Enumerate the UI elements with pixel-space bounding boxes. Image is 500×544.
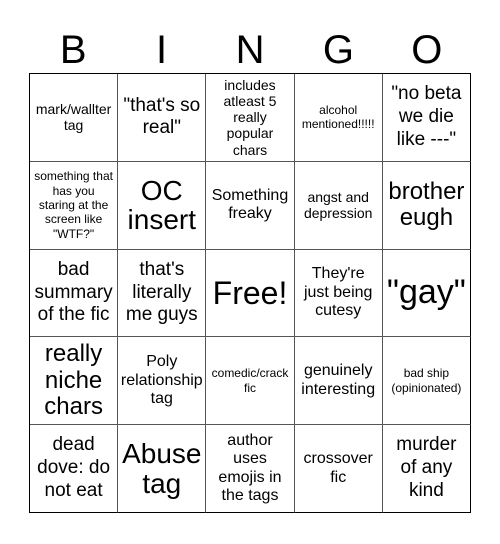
header-letter-b: B xyxy=(59,28,87,72)
bingo-cell[interactable]: "no beta we die like ---" xyxy=(382,74,471,162)
header-letter-i: I xyxy=(156,28,168,72)
bingo-cell[interactable]: They're just being cutesy xyxy=(294,249,383,338)
free-space-cell[interactable]: Free! xyxy=(206,249,295,338)
bingo-cell[interactable]: OC insert xyxy=(118,161,207,250)
bingo-header: B I N G O xyxy=(29,28,471,72)
bingo-cell[interactable]: comedic/crack fic xyxy=(206,337,295,426)
bingo-cell[interactable]: brother eugh xyxy=(382,161,471,250)
bingo-cell[interactable]: alcohol mentioned!!!!! xyxy=(294,74,383,162)
bingo-board: mark/wallter tag "that's so real" includ… xyxy=(29,73,471,513)
bingo-cell[interactable]: dead dove: do not eat xyxy=(30,425,119,513)
bingo-cell[interactable]: crossover fic xyxy=(294,425,383,513)
header-letter-o: O xyxy=(411,28,443,72)
bingo-cell[interactable]: something that has you staring at the sc… xyxy=(30,161,119,250)
bingo-cell[interactable]: mark/wallter tag xyxy=(30,74,119,162)
bingo-cell[interactable]: Something freaky xyxy=(206,161,295,250)
bingo-cell[interactable]: Abuse tag xyxy=(118,425,207,513)
header-letter-n: N xyxy=(235,28,265,72)
bingo-cell[interactable]: really niche chars xyxy=(30,337,119,426)
bingo-cell[interactable]: Poly relationship tag xyxy=(118,337,207,426)
bingo-cell[interactable]: that's literally me guys xyxy=(118,249,207,338)
bingo-cell[interactable]: "gay" xyxy=(382,249,471,338)
bingo-cell[interactable]: murder of any kind xyxy=(382,425,471,513)
bingo-cell[interactable]: includes atleast 5 really popular chars xyxy=(206,74,295,162)
bingo-cell[interactable]: bad summary of the fic xyxy=(30,249,119,338)
bingo-cell[interactable]: author uses emojis in the tags xyxy=(206,425,295,513)
bingo-cell[interactable]: genuinely interesting xyxy=(294,337,383,426)
bingo-cell[interactable]: "that's so real" xyxy=(118,74,207,162)
bingo-cell[interactable]: angst and depression xyxy=(294,161,383,250)
header-letter-g: G xyxy=(322,28,354,72)
bingo-cell[interactable]: bad ship (opinionated) xyxy=(382,337,471,426)
